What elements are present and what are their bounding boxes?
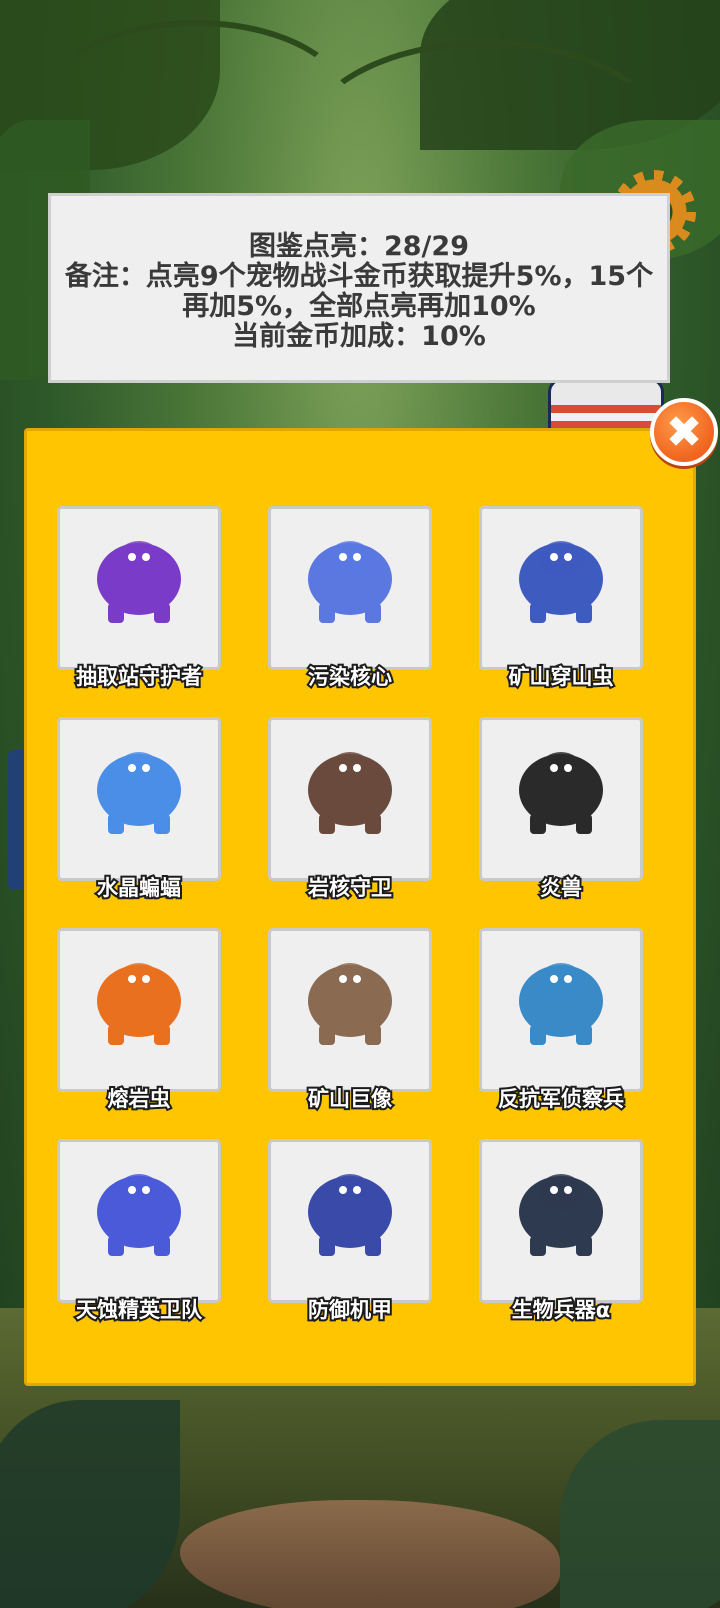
pet-name-label: 熔岩虫 <box>106 1085 173 1113</box>
pet-card[interactable]: 抽取站守护者 <box>57 506 221 691</box>
pet-name-label: 污染核心 <box>306 663 394 691</box>
pet-name-label: 炎兽 <box>538 874 584 902</box>
pet-card[interactable]: 污染核心 <box>268 506 432 691</box>
rebel-scout-icon <box>519 963 603 1045</box>
pet-name-label: 岩核守卫 <box>306 874 394 902</box>
gold-bonus-text: 当前金币加成：10% <box>232 321 486 352</box>
pet-name-label: 防御机甲 <box>306 1296 394 1324</box>
collection-progress-text: 图鉴点亮：28/29 <box>248 231 469 262</box>
pet-card[interactable]: 生物兵器α <box>479 1139 643 1324</box>
close-button[interactable]: ✖ <box>650 398 718 466</box>
background-leaf <box>0 1400 180 1608</box>
pet-name-label: 抽取站守护者 <box>74 663 204 691</box>
mine-colossus-icon <box>308 963 392 1045</box>
eclipse-elite-guard-icon <box>97 1174 181 1256</box>
pet-name-label: 天蚀精英卫队 <box>74 1296 204 1324</box>
collection-info-panel: 图鉴点亮：28/29 备注：点亮9个宠物战斗金币获取提升5%，15个再加5%，全… <box>48 193 670 383</box>
rock-golem-icon <box>308 752 392 834</box>
pet-name-label: 矿山穿山虫 <box>507 663 616 691</box>
pet-card[interactable]: 水晶蝙蝠 <box>57 717 221 902</box>
defense-mech-icon <box>308 1174 392 1256</box>
collection-note-text: 备注：点亮9个宠物战斗金币获取提升5%，15个再加5%，全部点亮再加10% <box>64 261 654 322</box>
pet-card[interactable]: 天蚀精英卫队 <box>57 1139 221 1324</box>
pet-card[interactable]: 矿山巨像 <box>268 928 432 1113</box>
extraction-guardian-icon <box>97 541 181 623</box>
pet-card[interactable]: 熔岩虫 <box>57 928 221 1113</box>
pet-card[interactable]: 反抗军侦察兵 <box>479 928 643 1113</box>
lava-worm-icon <box>97 963 181 1045</box>
pet-card[interactable]: 岩核守卫 <box>268 717 432 902</box>
bio-weapon-alpha-icon <box>519 1174 603 1256</box>
mine-worm-icon <box>519 541 603 623</box>
pet-name-label: 水晶蝙蝠 <box>95 874 183 902</box>
pet-name-label: 反抗军侦察兵 <box>496 1085 626 1113</box>
pet-name-label: 生物兵器α <box>510 1296 612 1324</box>
game-scene: 图鉴点亮：28/29 备注：点亮9个宠物战斗金币获取提升5%，15个再加5%，全… <box>0 0 720 1608</box>
flame-beast-icon <box>519 752 603 834</box>
pet-card[interactable]: 炎兽 <box>479 717 643 902</box>
pet-card[interactable]: 矿山穿山虫 <box>479 506 643 691</box>
pet-name-label: 矿山巨像 <box>306 1085 394 1113</box>
crystal-bat-icon <box>97 752 181 834</box>
close-icon: ✖ <box>665 406 703 458</box>
polluted-core-robot-icon <box>308 541 392 623</box>
pet-card[interactable]: 防御机甲 <box>268 1139 432 1324</box>
pet-collection-panel: 抽取站守护者 污染核心 矿山穿山虫水晶蝙蝠 岩核守卫 炎兽熔岩虫 矿山巨像 反抗军侦察兵天蚀… <box>24 428 696 1386</box>
